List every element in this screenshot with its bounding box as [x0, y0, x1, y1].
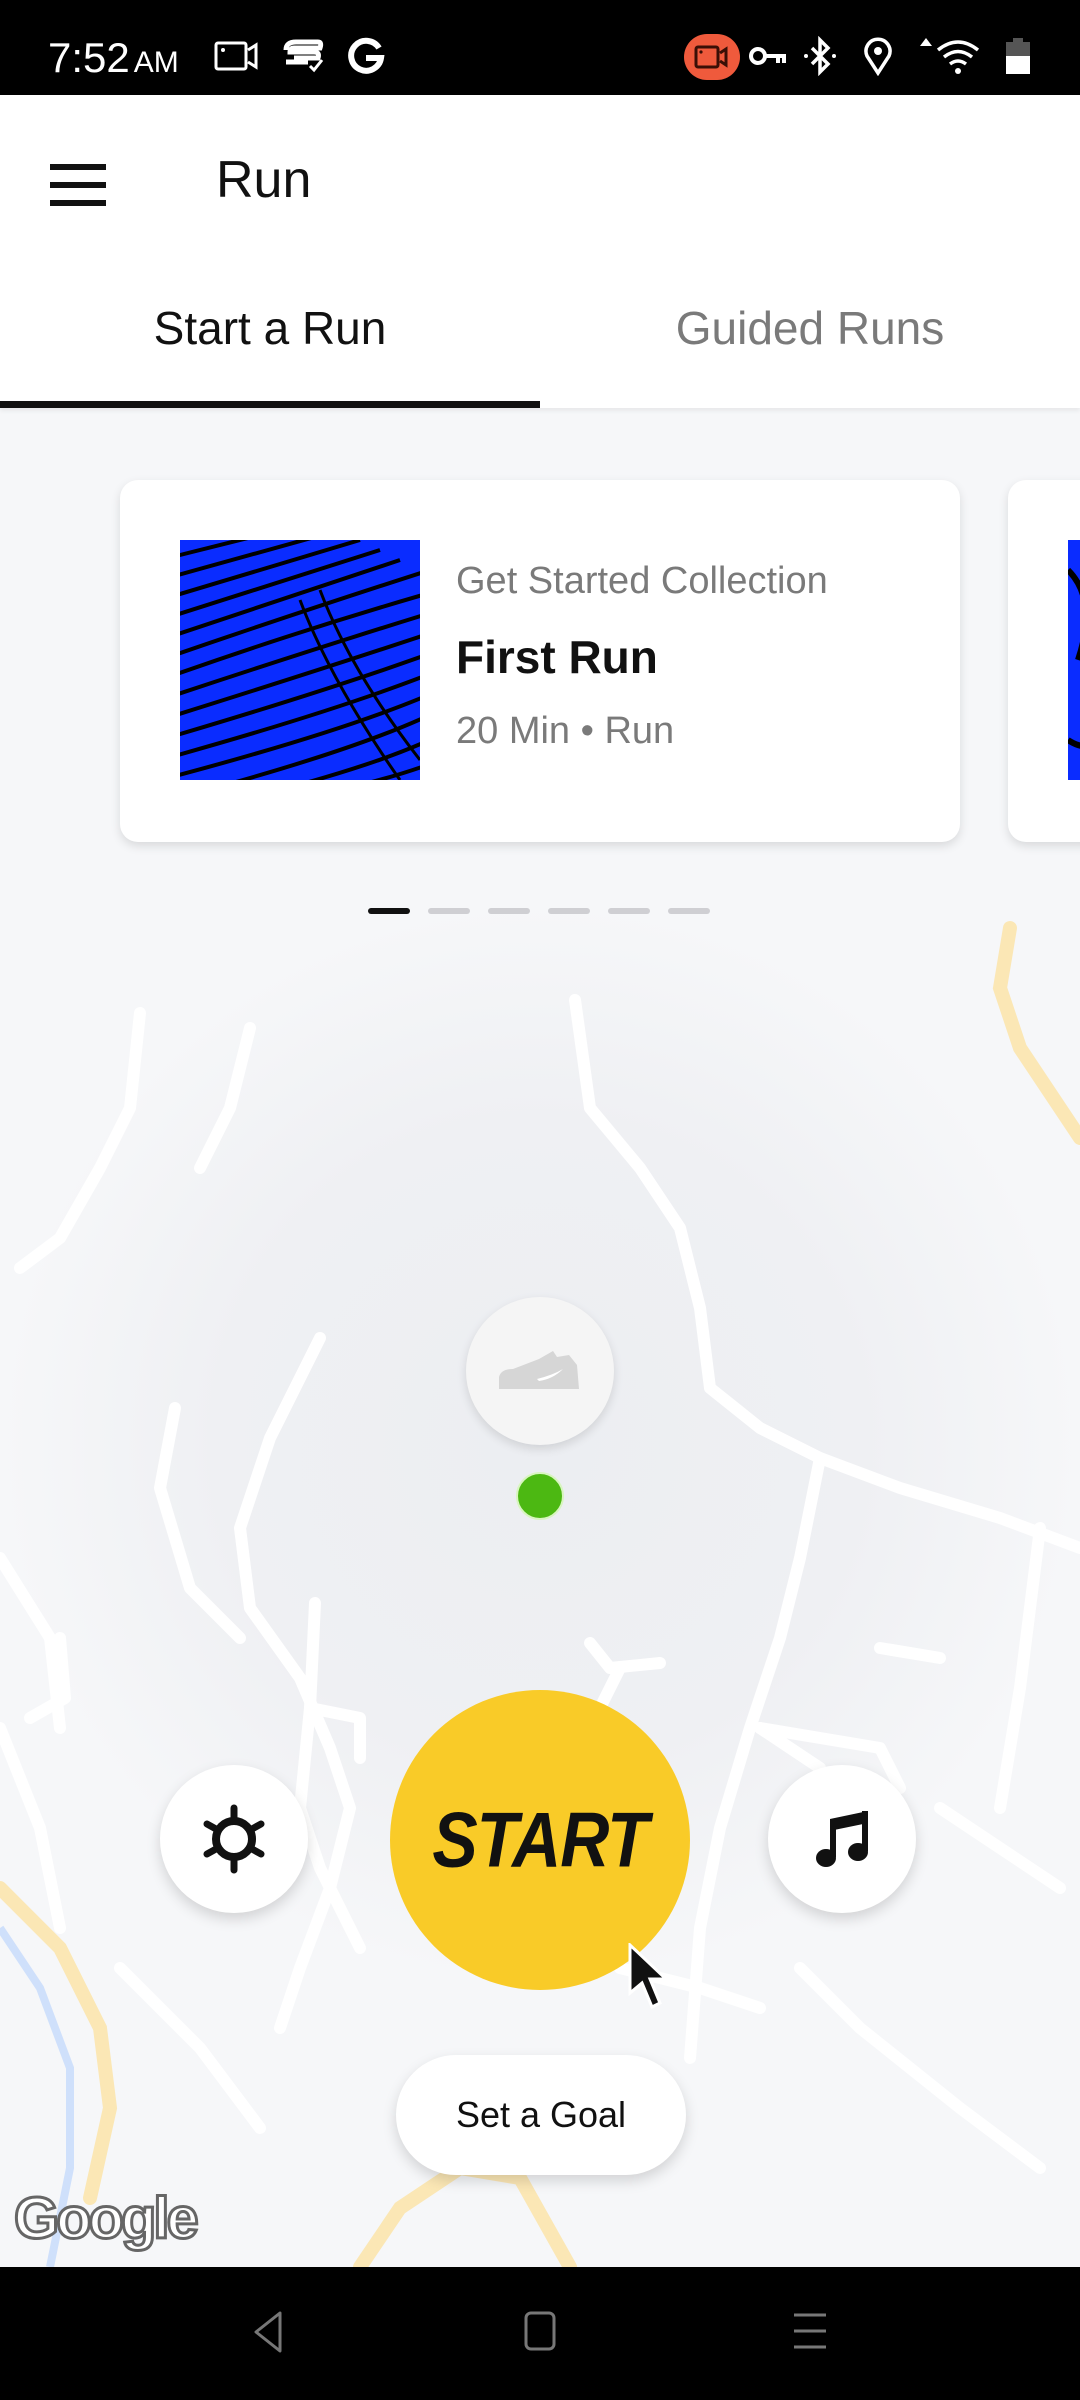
wifi-icon [920, 36, 984, 76]
active-tab-indicator [0, 401, 540, 408]
start-label: START [432, 1796, 648, 1884]
status-bar: 7:52 AM [0, 0, 1080, 95]
app-screen: Run Start a Run Guided Runs Get Started … [0, 95, 1080, 2267]
google-icon [346, 36, 386, 76]
shoe-button[interactable] [466, 1297, 614, 1445]
mouse-cursor-icon [628, 1943, 670, 2010]
gear-icon [203, 1804, 265, 1874]
pager-dot-1[interactable] [368, 908, 410, 914]
page-title: Run [216, 151, 312, 209]
battery-icon [1004, 36, 1032, 76]
card-thumbnail [1068, 540, 1080, 780]
carousel-pager [368, 908, 710, 914]
pager-dot-2[interactable] [428, 908, 470, 914]
time-text: 7:52 [48, 34, 130, 81]
next-guided-run-card[interactable] [1008, 480, 1080, 842]
set-a-goal-button[interactable]: Set a Goal [396, 2055, 686, 2175]
system-nav-bar [0, 2267, 1080, 2400]
screen-record-icon [214, 36, 260, 76]
card-collection: Get Started Collection [456, 560, 828, 602]
app-header: Run Start a Run Guided Runs [0, 95, 1080, 408]
status-time: 7:52 AM [48, 34, 179, 82]
back-icon[interactable] [228, 2297, 308, 2367]
pager-dot-6[interactable] [668, 908, 710, 914]
pager-dot-3[interactable] [488, 908, 530, 914]
sync-icon [280, 36, 326, 76]
card-meta: 20 Min • Run [456, 710, 675, 752]
tab-guided-runs[interactable]: Guided Runs [540, 295, 1080, 408]
guided-run-card[interactable]: Get Started Collection First Run 20 Min … [120, 480, 960, 842]
running-shoe-icon [499, 1351, 579, 1389]
settings-button[interactable] [160, 1765, 308, 1913]
card-title: First Run [456, 631, 658, 683]
pager-dot-5[interactable] [608, 908, 650, 914]
recents-icon[interactable] [770, 2297, 850, 2367]
card-thumbnail [180, 540, 420, 780]
ampm-text: AM [133, 46, 179, 79]
screen-record-active-icon [684, 34, 740, 80]
vpn-key-icon [748, 36, 790, 76]
current-location-dot [516, 1472, 564, 1520]
home-icon[interactable] [500, 2297, 580, 2367]
pager-dot-4[interactable] [548, 908, 590, 914]
google-attribution-logo: Google [13, 2185, 201, 2253]
tab-start-a-run[interactable]: Start a Run [0, 295, 540, 408]
bluetooth-icon [800, 36, 840, 76]
location-icon [862, 36, 894, 76]
music-button[interactable] [768, 1765, 916, 1913]
hamburger-menu-icon[interactable] [50, 155, 114, 215]
music-note-icon [816, 1811, 868, 1867]
